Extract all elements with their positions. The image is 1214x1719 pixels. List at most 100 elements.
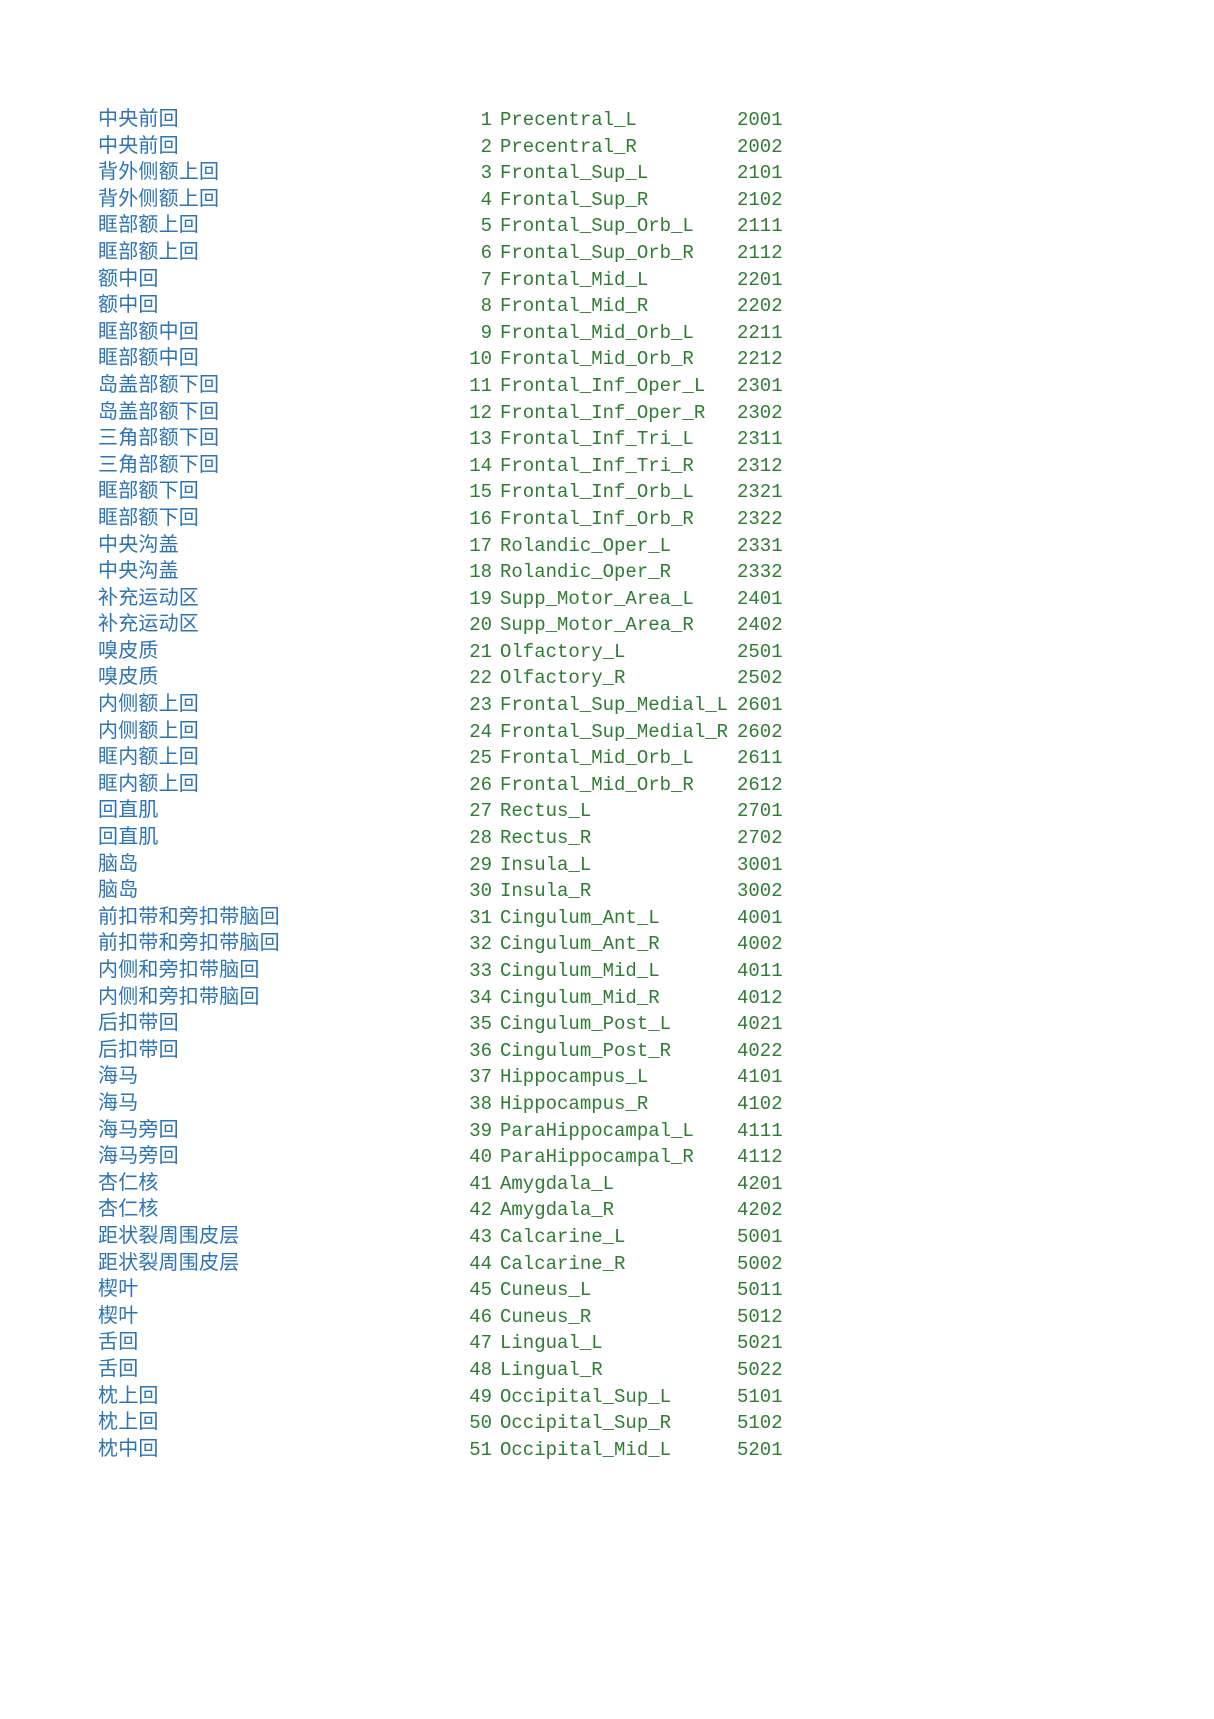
region-code: 2312 — [737, 454, 783, 477]
table-row: 脑岛 30 Insula_R 3002 — [98, 877, 798, 904]
region-name-chinese: 背外侧额上回 — [98, 187, 220, 210]
region-name-latin: Cingulum_Post_R — [500, 1039, 672, 1062]
region-name-chinese: 眶部额下回 — [98, 480, 199, 503]
region-name-chinese: 内侧额上回 — [98, 693, 199, 716]
region-name-chinese: 眶内额上回 — [98, 746, 199, 769]
table-row: 眶部额上回 6 Frontal_Sup_Orb_R 2112 — [98, 239, 798, 266]
region-name-latin: Insula_L — [500, 853, 592, 876]
region-name-latin: Frontal_Mid_L — [500, 268, 649, 291]
table-row: 嗅皮质 22 Olfactory_R 2502 — [98, 664, 798, 691]
region-name-chinese: 中央沟盖 — [98, 533, 179, 556]
region-name-chinese: 后扣带回 — [98, 1012, 179, 1035]
region-code: 2502 — [737, 667, 783, 690]
region-index: 16 — [469, 507, 492, 530]
table-row: 眶部额中回 10 Frontal_Mid_Orb_R 2212 — [98, 345, 798, 372]
table-row: 嗅皮质 21 Olfactory_L 2501 — [98, 638, 798, 665]
region-name-latin: Frontal_Inf_Tri_R — [500, 454, 694, 477]
table-row: 补充运动区 20 Supp_Motor_Area_R 2402 — [98, 611, 798, 638]
region-code: 2701 — [737, 800, 783, 823]
region-index: 29 — [469, 853, 492, 876]
region-index: 32 — [469, 933, 492, 956]
region-name-chinese: 内侧和旁扣带脑回 — [98, 985, 260, 1008]
table-row: 海马旁回 39 ParaHippocampal_L 4111 — [98, 1117, 798, 1144]
region-index: 35 — [469, 1013, 492, 1036]
region-name-chinese: 楔叶 — [98, 1304, 139, 1327]
table-row: 舌回 47 Lingual_L 5021 — [98, 1329, 798, 1356]
region-code: 2321 — [737, 481, 783, 504]
region-name-latin: Frontal_Inf_Oper_R — [500, 401, 706, 424]
region-name-latin: Cingulum_Post_L — [500, 1013, 672, 1036]
region-name-latin: Frontal_Mid_Orb_L — [500, 321, 694, 344]
table-row: 额中回 8 Frontal_Mid_R 2202 — [98, 292, 798, 319]
region-name-chinese: 岛盖部额下回 — [98, 373, 220, 396]
region-name-latin: Frontal_Sup_Medial_R — [500, 720, 729, 743]
region-code: 3002 — [737, 880, 783, 903]
region-code: 5102 — [737, 1412, 783, 1435]
region-code: 4201 — [737, 1172, 783, 1195]
region-index: 30 — [469, 880, 492, 903]
region-name-chinese: 海马 — [98, 1065, 139, 1088]
table-row: 楔叶 45 Cuneus_L 5011 — [98, 1276, 798, 1303]
region-name-chinese: 眶部额中回 — [98, 347, 199, 370]
region-index: 28 — [469, 827, 492, 850]
region-name-latin: Supp_Motor_Area_R — [500, 614, 694, 637]
table-row: 后扣带回 35 Cingulum_Post_L 4021 — [98, 1010, 798, 1037]
table-row: 距状裂周围皮层 44 Calcarine_R 5002 — [98, 1250, 798, 1277]
region-index: 24 — [469, 720, 492, 743]
table-row: 眶部额下回 15 Frontal_Inf_Orb_L 2321 — [98, 478, 798, 505]
region-index: 42 — [469, 1199, 492, 1222]
region-code: 2101 — [737, 162, 783, 185]
table-row: 内侧额上回 23 Frontal_Sup_Medial_L 2601 — [98, 691, 798, 718]
region-name-chinese: 中央沟盖 — [98, 560, 179, 583]
region-name-chinese: 补充运动区 — [98, 586, 199, 609]
region-name-chinese: 补充运动区 — [98, 613, 199, 636]
region-name-latin: Frontal_Mid_Orb_R — [500, 348, 694, 371]
region-name-chinese: 中央前回 — [98, 134, 179, 157]
region-name-latin: Precentral_L — [500, 109, 637, 131]
region-name-chinese: 眶部额下回 — [98, 506, 199, 529]
region-name-latin: Hippocampus_R — [500, 1092, 649, 1115]
table-row: 回直肌 27 Rectus_L 2701 — [98, 797, 798, 824]
region-name-chinese: 嗅皮质 — [98, 639, 159, 662]
region-name-latin: Lingual_R — [500, 1358, 603, 1381]
table-row: 楔叶 46 Cuneus_R 5012 — [98, 1303, 798, 1330]
table-row: 距状裂周围皮层 43 Calcarine_L 5001 — [98, 1223, 798, 1250]
region-code: 4101 — [737, 1066, 783, 1089]
region-index: 25 — [469, 747, 492, 770]
region-code: 2212 — [737, 348, 783, 371]
region-name-chinese: 枕上回 — [98, 1411, 159, 1434]
table-row: 岛盖部额下回 11 Frontal_Inf_Oper_L 2301 — [98, 372, 798, 399]
table-row: 眶部额下回 16 Frontal_Inf_Orb_R 2322 — [98, 505, 798, 532]
table-row: 眶部额中回 9 Frontal_Mid_Orb_L 2211 — [98, 319, 798, 346]
region-name-chinese: 眶部额上回 — [98, 240, 199, 263]
region-code: 2501 — [737, 640, 783, 663]
region-name-latin: Olfactory_R — [500, 667, 626, 690]
region-index: 22 — [469, 667, 492, 690]
region-name-chinese: 海马旁回 — [98, 1145, 179, 1168]
region-name-latin: Frontal_Inf_Orb_L — [500, 481, 694, 504]
table-row: 舌回 48 Lingual_R 5022 — [98, 1356, 798, 1383]
region-name-chinese: 内侧和旁扣带脑回 — [98, 959, 260, 981]
region-code: 2602 — [737, 720, 783, 743]
region-name-chinese: 中央前回 — [98, 108, 179, 130]
region-index: 6 — [480, 241, 492, 264]
region-index: 1 — [480, 109, 492, 131]
region-name-latin: Cuneus_R — [500, 1305, 592, 1328]
region-name-latin: Frontal_Sup_Medial_L — [500, 694, 729, 717]
region-name-chinese: 前扣带和旁扣带脑回 — [98, 932, 280, 955]
region-code: 4012 — [737, 986, 783, 1009]
region-index: 19 — [469, 587, 492, 610]
region-index: 5 — [480, 215, 492, 238]
region-code: 4202 — [737, 1199, 783, 1222]
region-code: 5001 — [737, 1225, 783, 1248]
table-row: 杏仁核 42 Amygdala_R 4202 — [98, 1196, 798, 1223]
region-name-latin: Frontal_Sup_L — [500, 162, 649, 185]
region-index: 51 — [469, 1438, 492, 1461]
region-code: 5011 — [737, 1279, 783, 1302]
region-name-latin: Cingulum_Mid_L — [500, 960, 660, 982]
region-name-latin: Rolandic_Oper_L — [500, 534, 672, 557]
region-name-chinese: 楔叶 — [98, 1278, 139, 1301]
region-name-chinese: 舌回 — [98, 1331, 139, 1354]
region-name-latin: Cuneus_L — [500, 1279, 592, 1302]
region-name-latin: Rectus_R — [500, 827, 592, 850]
